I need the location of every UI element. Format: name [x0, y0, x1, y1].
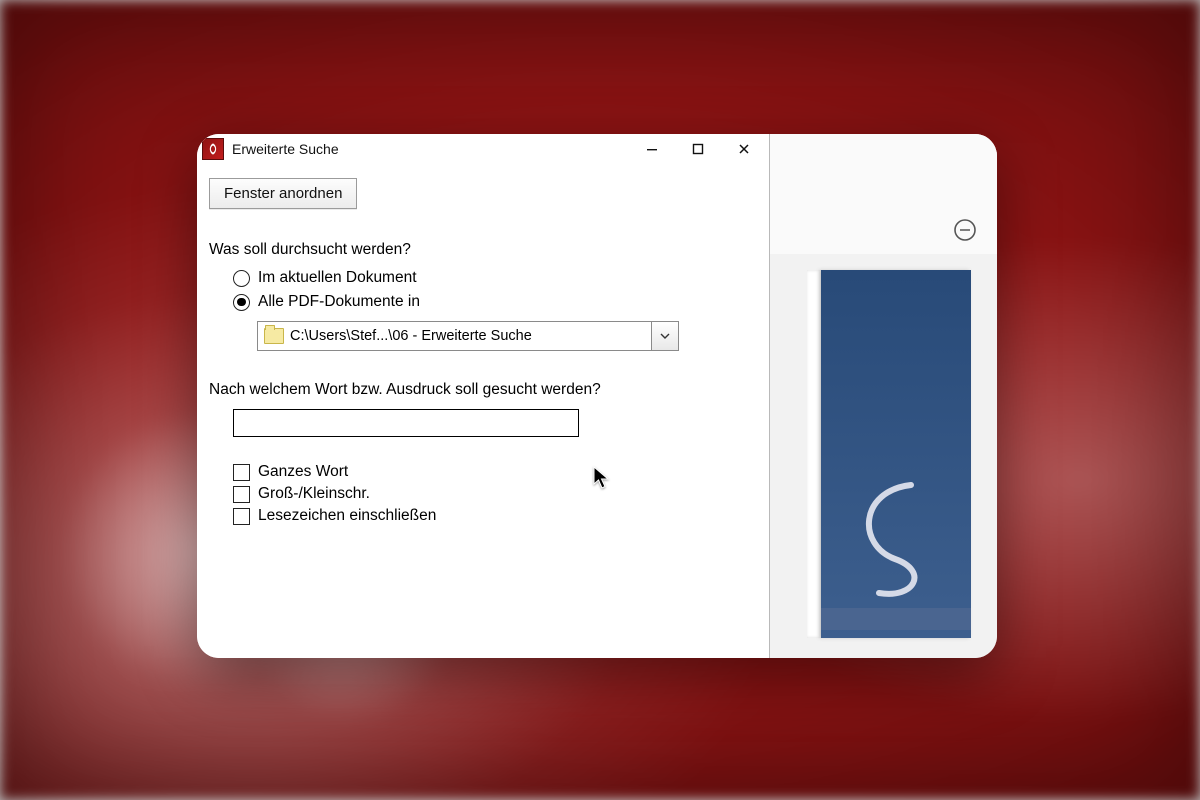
radio-label: Im aktuellen Dokument — [258, 269, 417, 287]
decorative-swirl-icon — [849, 473, 939, 608]
checkbox-whole-word[interactable]: Ganzes Wort — [233, 463, 757, 481]
checkbox-case-sensitive[interactable]: Groß-/Kleinschr. — [233, 485, 757, 503]
radio-current-document[interactable]: Im aktuellen Dokument — [233, 269, 757, 287]
checkbox-include-bookmarks[interactable]: Lesezeichen einschließen — [233, 507, 757, 525]
search-term-label: Nach welchem Wort bzw. Ausdruck soll ges… — [209, 381, 757, 399]
checkbox-label: Lesezeichen einschließen — [258, 507, 436, 525]
titlebar[interactable]: Erweiterte Suche — [197, 134, 769, 164]
checkbox-icon — [233, 508, 250, 525]
close-button[interactable] — [721, 134, 767, 164]
radio-icon — [233, 270, 250, 287]
checkbox-icon — [233, 464, 250, 481]
acrobat-app-icon — [202, 138, 224, 160]
mouse-cursor-icon — [593, 466, 611, 490]
arrange-windows-button[interactable]: Fenster anordnen — [209, 178, 357, 209]
search-folder-path: C:\Users\Stef...\06 - Erweiterte Suche — [290, 328, 532, 344]
screenshot-card: Erweiterte Suche Fenster anordnen Was so… — [197, 134, 997, 658]
background-doc-panel-footer — [821, 608, 971, 630]
search-scope-label: Was soll durchsucht werden? — [209, 241, 757, 259]
chevron-down-icon — [660, 333, 670, 339]
search-term-input[interactable] — [233, 409, 579, 437]
checkbox-icon — [233, 486, 250, 503]
dropdown-toggle[interactable] — [651, 322, 678, 350]
checkbox-label: Ganzes Wort — [258, 463, 348, 481]
background-app-window — [769, 134, 997, 658]
window-title: Erweiterte Suche — [232, 141, 339, 157]
advanced-search-dialog: Erweiterte Suche Fenster anordnen Was so… — [197, 134, 770, 658]
folder-icon — [264, 328, 284, 344]
radio-all-pdfs[interactable]: Alle PDF-Dokumente in — [233, 293, 757, 311]
radio-label: Alle PDF-Dokumente in — [258, 293, 420, 311]
maximize-button[interactable] — [675, 134, 721, 164]
search-folder-dropdown[interactable]: C:\Users\Stef...\06 - Erweiterte Suche — [257, 321, 679, 351]
checkbox-label: Groß-/Kleinschr. — [258, 485, 370, 503]
radio-icon-selected — [233, 294, 250, 311]
zoom-out-icon[interactable] — [951, 216, 979, 244]
background-doc-page-edge — [807, 270, 821, 638]
minimize-button[interactable] — [629, 134, 675, 164]
